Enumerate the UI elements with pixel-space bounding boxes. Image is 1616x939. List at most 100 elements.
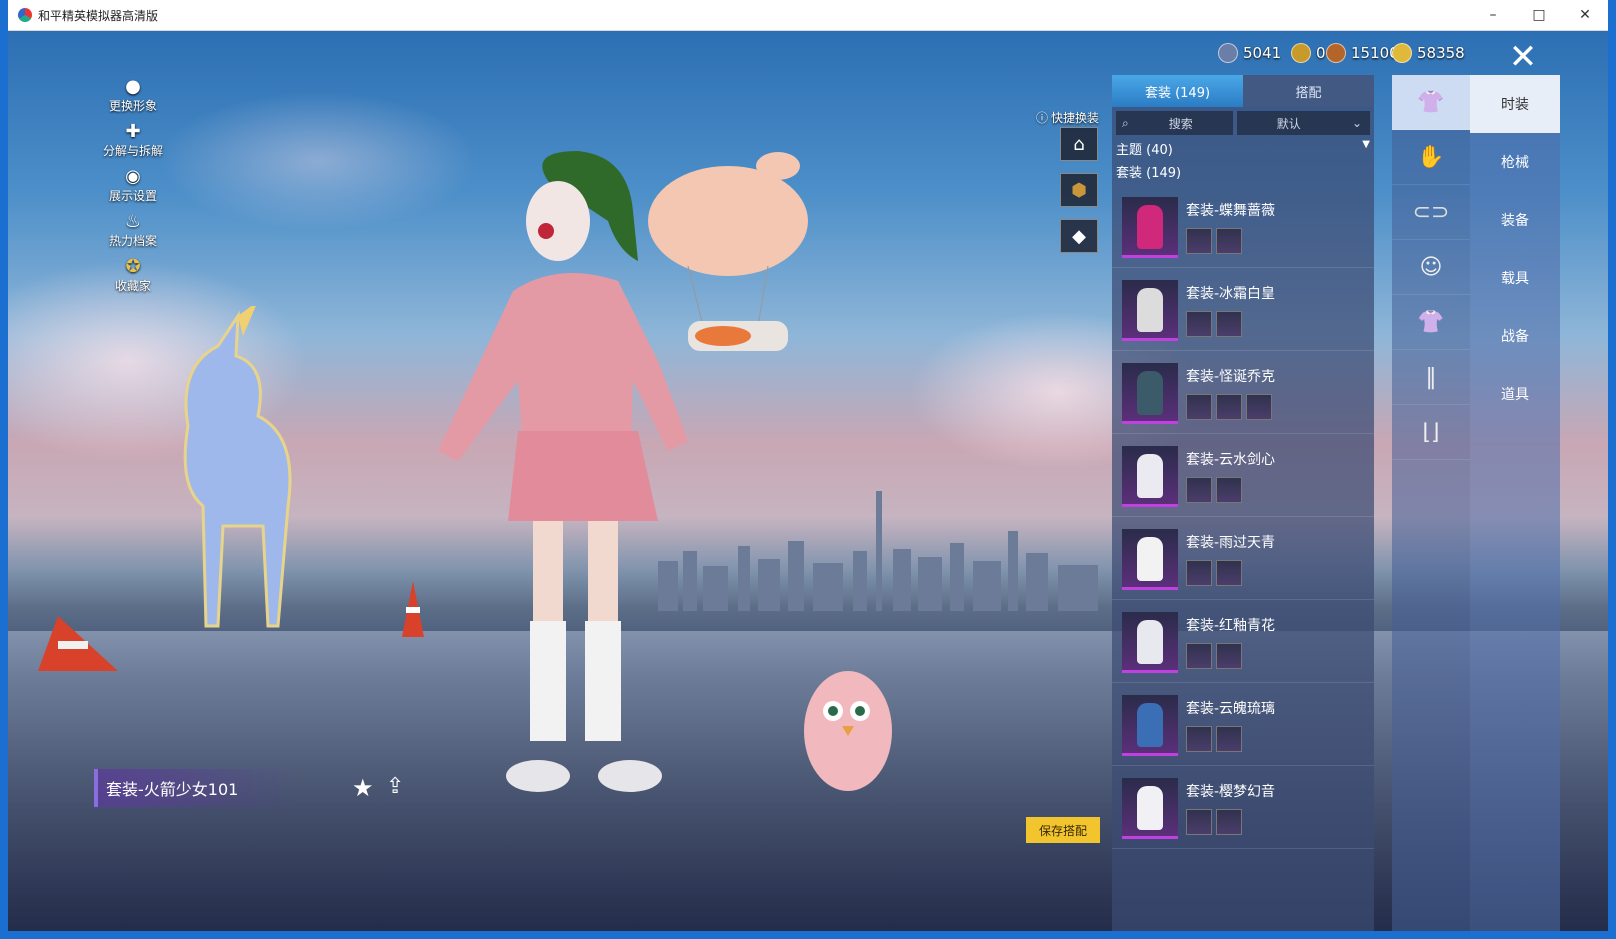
list-item[interactable]: 套装-蝶舞蔷薇 (1112, 187, 1374, 268)
tab-suits[interactable]: 套装 (149) (1112, 75, 1243, 107)
category-top[interactable]: 👚 (1392, 75, 1470, 130)
maximize-button[interactable]: □ (1516, 0, 1562, 30)
tab-fashion[interactable]: 时装 (1470, 75, 1560, 133)
menu-collector[interactable]: ✪ 收藏家 (88, 255, 178, 300)
diamond-icon: ◆ (1072, 225, 1086, 247)
suit-info: 套装-怪诞乔克 (1186, 366, 1275, 420)
bird-pet (804, 671, 892, 791)
close-window-button[interactable]: ✕ (1562, 0, 1608, 30)
category-mask[interactable]: ☺ (1392, 240, 1470, 295)
search-input[interactable]: ⌕ 搜索 (1116, 111, 1233, 135)
traffic-cone (38, 616, 118, 671)
suit-part-thumbnail[interactable] (1186, 809, 1212, 835)
suit-figure (1137, 453, 1163, 498)
mask-icon: ☺ (1419, 254, 1443, 280)
triangle-down-icon: ▼ (1362, 139, 1370, 150)
suit-part-thumbnail[interactable] (1216, 477, 1242, 503)
suit-part-thumbnail[interactable] (1216, 560, 1242, 586)
suit-part-thumbnail[interactable] (1216, 228, 1242, 254)
category-pants[interactable]: ‖ (1392, 350, 1470, 405)
suit-figure (1137, 370, 1163, 415)
badge-button[interactable]: ⬢ (1060, 173, 1098, 207)
list-item[interactable]: 套装-樱梦幻音 (1112, 768, 1374, 849)
tab-vehicles[interactable]: 载具 (1470, 249, 1560, 307)
bronze-coin-icon (1326, 43, 1346, 63)
glove-icon: ✋ (1417, 144, 1445, 170)
suit-part-thumbnail[interactable] (1216, 311, 1242, 337)
theme-section[interactable]: 主题 (40) ▼ (1112, 135, 1374, 162)
list-item[interactable]: 套装-云水剑心 (1112, 436, 1374, 517)
list-item[interactable]: 套装-冰霜白皇 (1112, 270, 1374, 351)
suit-name: 套装-云魄琉璃 (1186, 701, 1276, 717)
menu-change-avatar[interactable]: ● 更换形象 (88, 75, 178, 120)
tab-equipment[interactable]: 装备 (1470, 191, 1560, 249)
tab-weapons[interactable]: 枪械 (1470, 133, 1560, 191)
suit-part-thumbnail[interactable] (1186, 477, 1212, 503)
suit-name: 套装-雨过天青 (1186, 535, 1276, 551)
sort-select[interactable]: 默认 ⌄ (1236, 111, 1370, 135)
suit-info: 套装-樱梦幻音 (1186, 781, 1275, 835)
suit-part-thumbnail[interactable] (1186, 311, 1212, 337)
suit-figure (1137, 619, 1163, 664)
suit-info: 套装-云水剑心 (1186, 449, 1275, 503)
person-icon: ● (125, 75, 141, 97)
flame-icon: ♨ (124, 210, 142, 232)
suit-panel: 套装 (149) 搭配 ⌕ 搜索 默认 ⌄ 主题 (40) ▼ 套装 (149)… (1112, 75, 1374, 931)
suit-figure (1137, 785, 1163, 830)
suit-part-thumbnail[interactable] (1216, 394, 1242, 420)
suit-part-thumbnail[interactable] (1186, 643, 1212, 669)
suit-part-thumbnail[interactable] (1186, 228, 1212, 254)
suit-part-thumbnail[interactable] (1186, 560, 1212, 586)
hanger-button[interactable]: ⌂ (1060, 127, 1098, 161)
category-jacket[interactable]: 👚 (1392, 295, 1470, 350)
list-item[interactable]: 套装-雨过天青 (1112, 519, 1374, 600)
currency-token: 0 (1291, 41, 1326, 65)
suit-part-thumbnail[interactable] (1186, 726, 1212, 752)
save-combo-button[interactable]: 保存搭配 (1026, 817, 1100, 843)
suit-part-thumbnail[interactable] (1216, 726, 1242, 752)
list-item[interactable]: 套装-云魄琉璃 (1112, 685, 1374, 766)
suit-figure (1137, 204, 1163, 249)
menu-display-settings[interactable]: ◉ 展示设置 (88, 165, 178, 210)
currency-bronze: 15100 (1326, 41, 1399, 65)
quick-change[interactable]: ⓘ 快捷换装 (1036, 109, 1099, 126)
suit-part-thumbnail[interactable] (1216, 643, 1242, 669)
left-menu: ● 更换形象 ✚ 分解与拆解 ◉ 展示设置 ♨ 热力档案 ✪ 收藏家 (88, 75, 178, 300)
suit-figure (1137, 536, 1163, 581)
category-glove[interactable]: ✋ (1392, 130, 1470, 185)
suit-thumbnail (1122, 777, 1178, 839)
jacket-icon: 👚 (1417, 309, 1445, 335)
minimize-button[interactable]: – (1470, 0, 1516, 30)
tab-battle-gear[interactable]: 战备 (1470, 307, 1560, 365)
suit-list: 套装-蝶舞蔷薇套装-冰霜白皇套装-怪诞乔克 套装-云水剑心套装-雨过天青 套装-红釉… (1112, 187, 1374, 849)
game-viewport: ● 更换形象 ✚ 分解与拆解 ◉ 展示设置 ♨ 热力档案 ✪ 收藏家 5041 … (8, 31, 1608, 931)
list-item[interactable]: 套装-怪诞乔克 (1112, 353, 1374, 434)
suit-info: 套装-雨过天青 (1186, 532, 1275, 586)
right-tabs: 时装 枪械 装备 载具 战备 道具 (1470, 75, 1560, 931)
help-icon: ⓘ (1036, 111, 1049, 125)
suit-name: 套装-樱梦幻音 (1186, 784, 1276, 800)
suit-figure (1137, 702, 1163, 747)
suit-part-thumbnail[interactable] (1216, 809, 1242, 835)
close-icon[interactable]: ✕ (1503, 37, 1543, 77)
category-glasses[interactable]: ⊂⊃ (1392, 185, 1470, 240)
suit-part-thumbnail[interactable] (1186, 394, 1212, 420)
eye-icon: ◉ (125, 165, 141, 187)
suit-info: 套装-冰霜白皇 (1186, 283, 1275, 337)
suit-thumbnail (1122, 694, 1178, 756)
tab-items[interactable]: 道具 (1470, 365, 1560, 423)
menu-decompose[interactable]: ✚ 分解与拆解 (88, 120, 178, 165)
share-icon[interactable]: ⇪ (386, 774, 404, 799)
top-icon: 👚 (1417, 89, 1445, 115)
category-shoes[interactable]: ⌊⌋ (1392, 405, 1470, 460)
badge-icon: ⬢ (1071, 179, 1087, 201)
suit-name: 套装-红釉青花 (1186, 618, 1276, 634)
suit-part-thumbnail[interactable] (1246, 394, 1272, 420)
suit-thumbnail (1122, 445, 1178, 507)
list-item[interactable]: 套装-红釉青花 (1112, 602, 1374, 683)
menu-heat-profile[interactable]: ♨ 热力档案 (88, 210, 178, 255)
tab-combos[interactable]: 搭配 (1243, 75, 1374, 107)
diamond-button[interactable]: ◆ (1060, 219, 1098, 253)
star-icon[interactable]: ★ (352, 774, 374, 802)
suit-name: 套装-冰霜白皇 (1186, 286, 1276, 302)
